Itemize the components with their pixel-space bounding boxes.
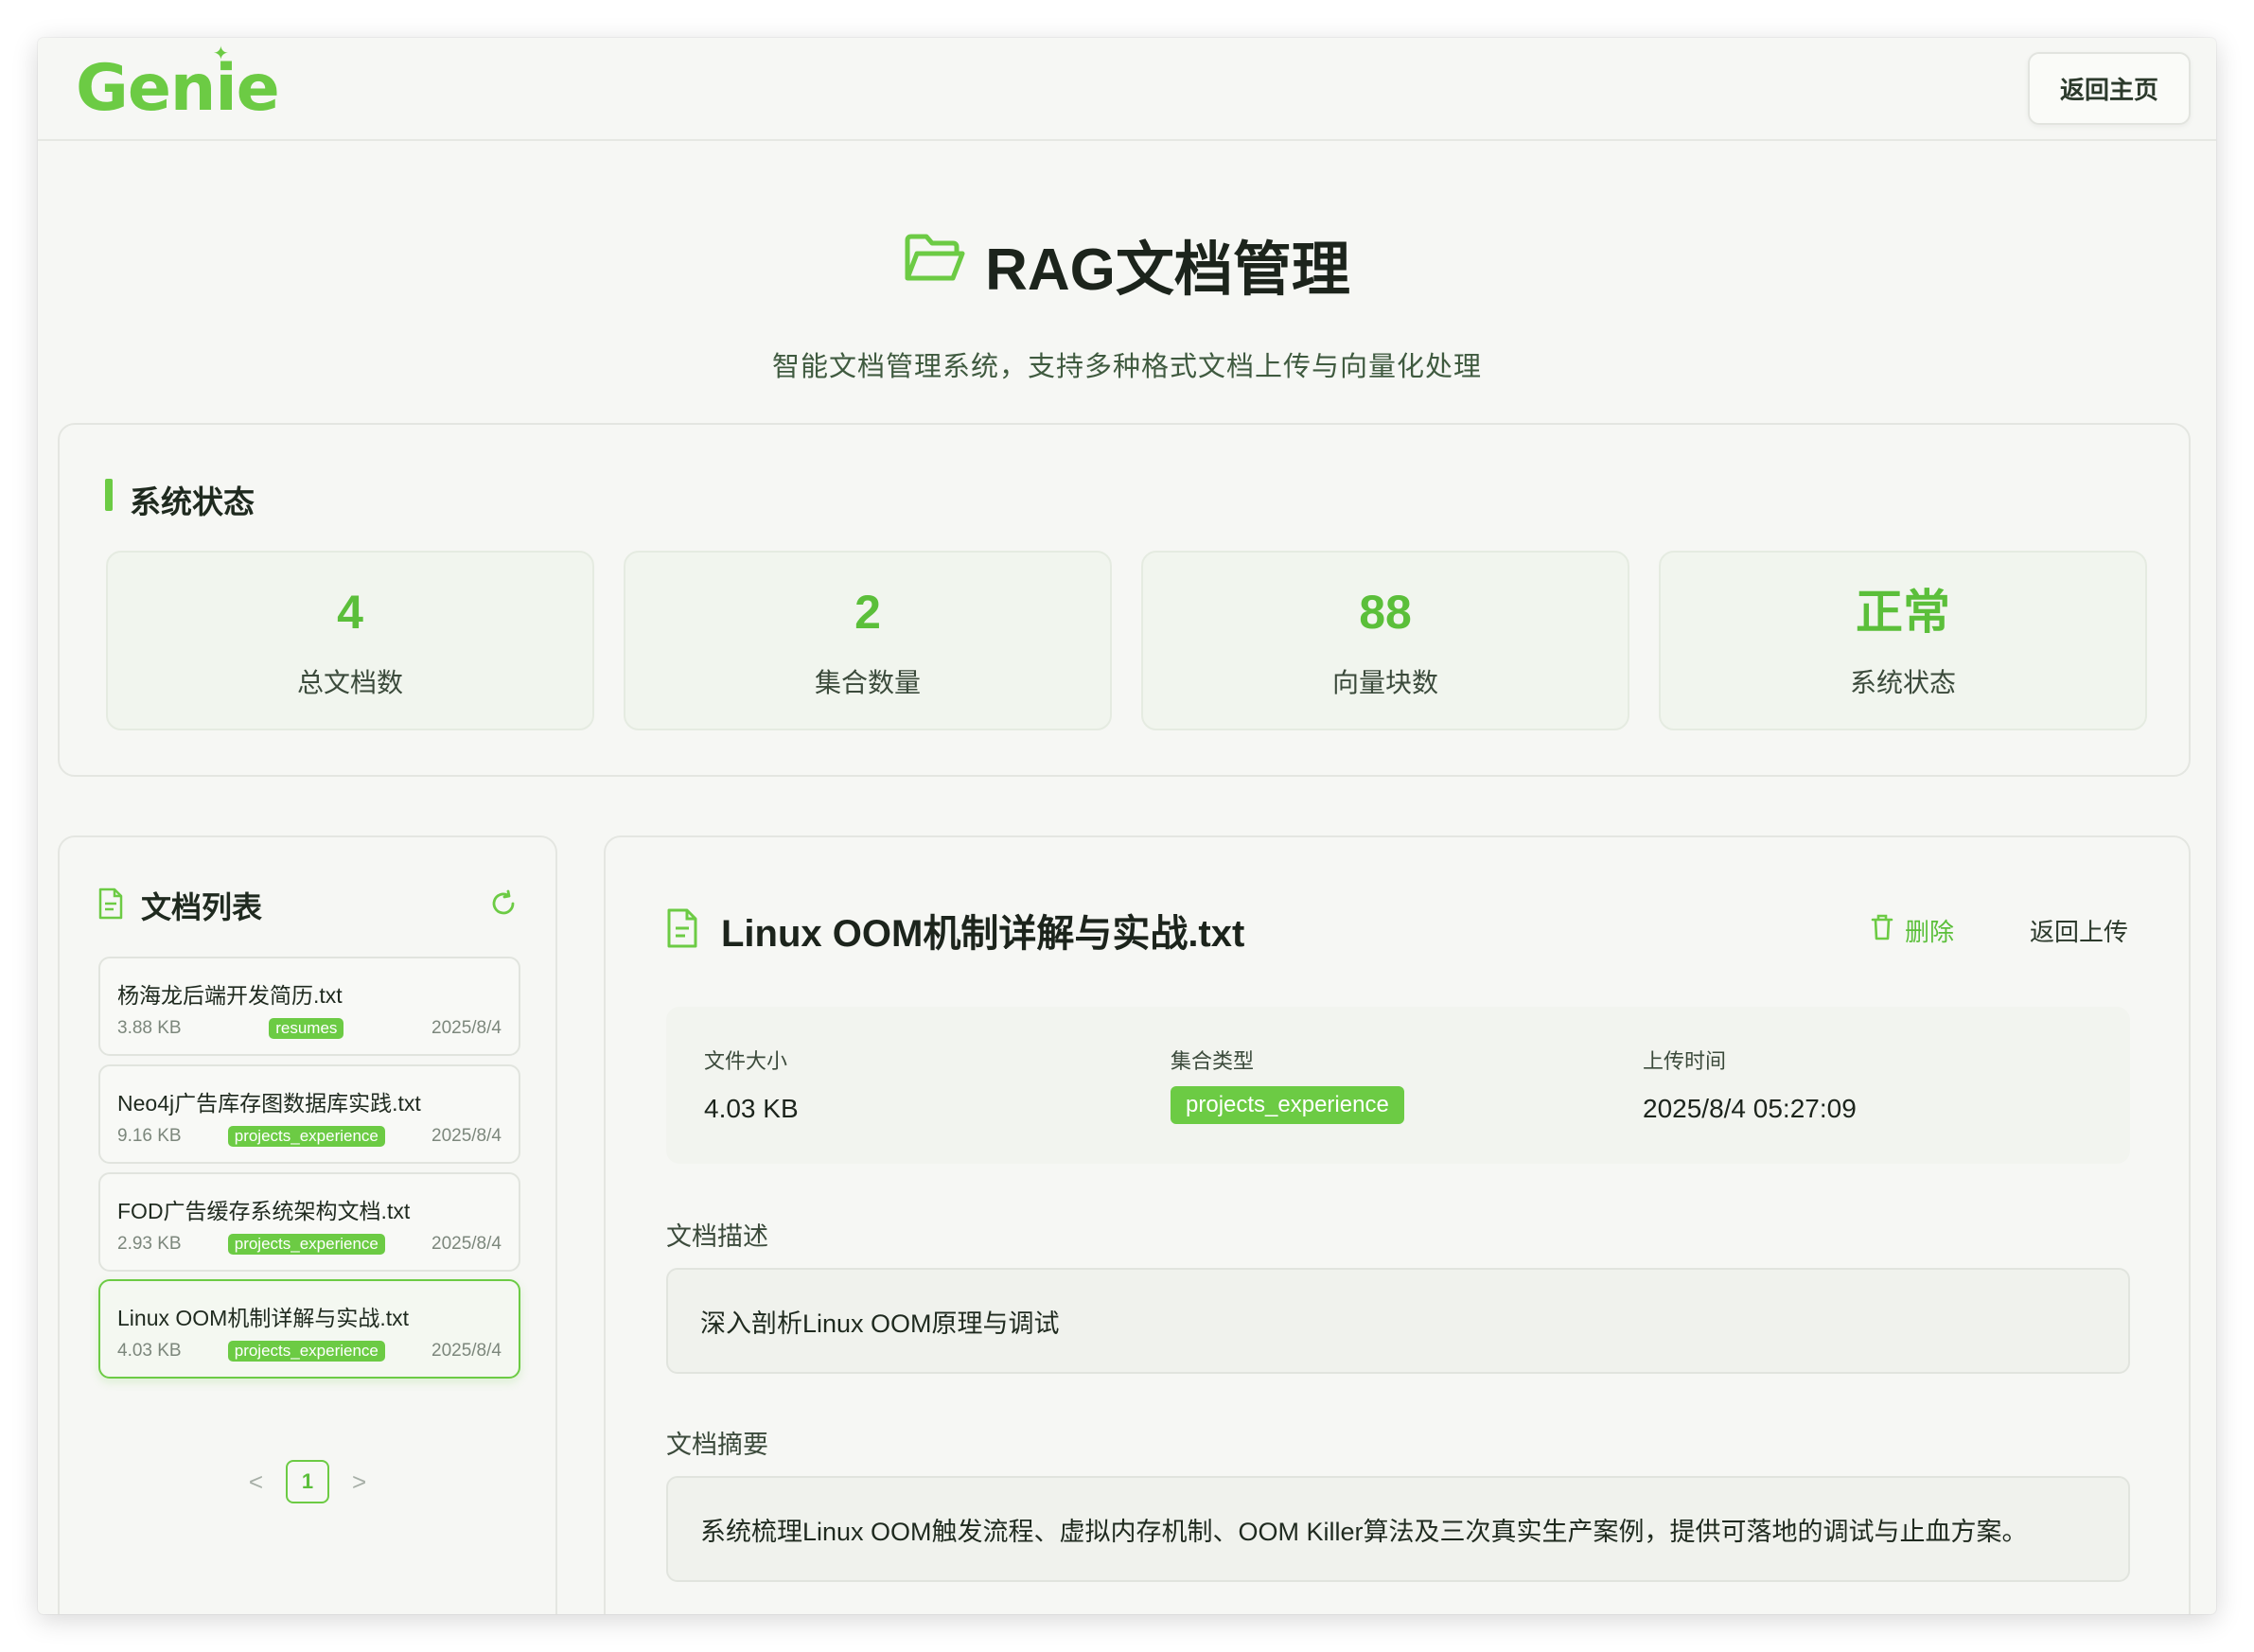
- file-size-field: 文件大小 4.03 KB: [704, 1045, 799, 1124]
- stat-total-docs: 4 总文档数: [106, 551, 594, 730]
- refresh-icon[interactable]: [489, 889, 518, 923]
- document-meta: 3.88 KB resumes 2025/8/4: [117, 1017, 502, 1040]
- app-window: Genie ✦ 返回主页 RAG文档管理 智能文档管理系统，支持多种格式文档上传…: [38, 38, 2216, 1614]
- logo[interactable]: Genie ✦: [76, 42, 280, 126]
- page-title: RAG文档管理: [904, 221, 1350, 307]
- document-list-item[interactable]: Neo4j广告库存图数据库实践.txt 9.16 KB projects_exp…: [98, 1064, 520, 1164]
- stat-value: 2: [854, 586, 881, 639]
- document-title: Linux OOM机制详解与实战.txt: [721, 913, 1245, 955]
- stat-system-status: 正常 系统状态: [1659, 551, 2147, 730]
- description-box: 深入剖析Linux OOM原理与调试: [666, 1268, 2130, 1374]
- collection-tag: projects_experience: [227, 1126, 385, 1147]
- section-title: 系统状态: [105, 477, 255, 522]
- document-list-item[interactable]: 杨海龙后端开发简历.txt 3.88 KB resumes 2025/8/4: [98, 957, 520, 1056]
- sparkle-icon: ✦: [213, 42, 229, 64]
- summary-label: 文档摘要: [666, 1431, 768, 1459]
- page-title-text: RAG文档管理: [985, 237, 1350, 303]
- collection-tag: projects_experience: [1171, 1086, 1404, 1124]
- file-icon: [666, 908, 698, 953]
- delete-label: 删除: [1904, 917, 1954, 946]
- upload-time-field: 上传时间 2025/8/4 05:27:09: [1643, 1045, 1857, 1124]
- logo-text: Genie: [76, 51, 280, 126]
- document-list-card: 文档列表 杨海龙后端开发简历.txt 3.88 KB resumes 2025/…: [58, 835, 557, 1614]
- document-meta: 4.03 KB projects_experience 2025/8/4: [117, 1340, 502, 1362]
- document-list-title: 文档列表: [141, 890, 263, 924]
- prev-page-button[interactable]: <: [249, 1467, 263, 1497]
- document-size: 2.93 KB: [117, 1234, 182, 1254]
- field-label: 文件大小: [704, 1049, 788, 1073]
- field-label: 集合类型: [1171, 1049, 1255, 1073]
- document-list-header: 文档列表: [97, 883, 518, 928]
- stat-vector-chunks: 88 向量块数: [1141, 551, 1629, 730]
- system-status-card: 系统状态 4 总文档数 2 集合数量 88 向量块数 正常 系统状态: [58, 423, 2191, 777]
- document-list-item-selected[interactable]: Linux OOM机制详解与实战.txt 4.03 KB projects_ex…: [98, 1279, 520, 1379]
- document-size: 4.03 KB: [117, 1341, 182, 1361]
- document-meta: 2.93 KB projects_experience 2025/8/4: [117, 1233, 502, 1256]
- next-page-button[interactable]: >: [352, 1467, 366, 1497]
- document-meta: 9.16 KB projects_experience 2025/8/4: [117, 1125, 502, 1148]
- trash-icon: [1871, 914, 1893, 947]
- document-name: Neo4j广告库存图数据库实践.txt: [117, 1091, 421, 1116]
- document-date: 2025/8/4: [431, 1234, 502, 1254]
- field-value: 2025/8/4 05:27:09: [1643, 1094, 1857, 1123]
- stat-value: 正常: [1856, 586, 1950, 639]
- folder-open-icon: [904, 231, 966, 298]
- document-date: 2025/8/4: [431, 1018, 502, 1038]
- document-name: 杨海龙后端开发简历.txt: [117, 983, 343, 1008]
- collection-tag: projects_experience: [227, 1234, 385, 1255]
- collection-field: 集合类型 projects_experience: [1171, 1045, 1404, 1124]
- detail-header: Linux OOM机制详解与实战.txt 删除 返回上传: [666, 902, 2128, 958]
- file-info-panel: 文件大小 4.03 KB 集合类型 projects_experience 上传…: [666, 1007, 2130, 1164]
- stat-value: 4: [337, 586, 363, 639]
- document-name: Linux OOM机制详解与实战.txt: [117, 1306, 409, 1330]
- hero: RAG文档管理 智能文档管理系统，支持多种格式文档上传与向量化处理: [38, 141, 2216, 384]
- pagination: < 1 >: [60, 1460, 555, 1503]
- document-name: FOD广告缓存系统架构文档.txt: [117, 1199, 411, 1223]
- document-date: 2025/8/4: [431, 1126, 502, 1146]
- collection-tag: resumes: [269, 1018, 344, 1039]
- stat-label: 向量块数: [1331, 668, 1438, 697]
- document-date: 2025/8/4: [431, 1341, 502, 1361]
- stat-label: 总文档数: [296, 668, 403, 697]
- delete-button[interactable]: 删除: [1871, 913, 1954, 948]
- file-icon: [97, 888, 124, 924]
- back-to-upload-button[interactable]: 返回上传: [2030, 913, 2128, 948]
- description-label: 文档描述: [666, 1222, 768, 1251]
- stat-collections: 2 集合数量: [624, 551, 1112, 730]
- document-detail-card: Linux OOM机制详解与实战.txt 删除 返回上传 文件大小 4.03 K…: [604, 835, 2191, 1614]
- top-bar: Genie ✦ 返回主页: [38, 38, 2216, 141]
- page-subtitle: 智能文档管理系统，支持多种格式文档上传与向量化处理: [771, 352, 1482, 382]
- document-size: 9.16 KB: [117, 1126, 182, 1146]
- stat-label: 集合数量: [814, 668, 921, 697]
- document-list-item[interactable]: FOD广告缓存系统架构文档.txt 2.93 KB projects_exper…: [98, 1172, 520, 1272]
- collection-tag: projects_experience: [227, 1341, 385, 1362]
- page-number-button[interactable]: 1: [286, 1460, 329, 1503]
- document-size: 3.88 KB: [117, 1018, 182, 1038]
- home-button[interactable]: 返回主页: [2028, 52, 2191, 125]
- field-label: 上传时间: [1643, 1049, 1727, 1073]
- field-value: 4.03 KB: [704, 1094, 799, 1123]
- stat-value: 88: [1359, 586, 1412, 639]
- stat-label: 系统状态: [1849, 668, 1956, 697]
- summary-box: 系统梳理Linux OOM触发流程、虚拟内存机制、OOM Killer算法及三次…: [666, 1476, 2130, 1582]
